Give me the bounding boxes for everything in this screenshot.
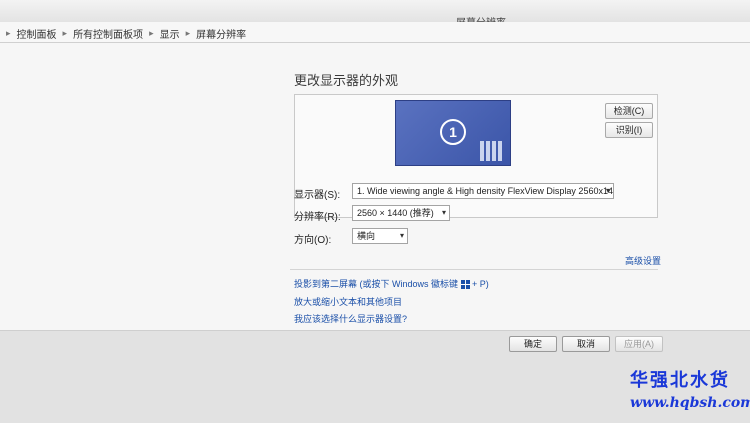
title-bar: 屏幕分辨率 [0, 0, 750, 29]
chevron-down-icon: ▾ [441, 208, 446, 217]
orientation-select-value: 横向 [357, 231, 376, 241]
monitor-thumbnail[interactable]: 1 [395, 100, 511, 166]
watermark-url: www.hqbsh.com [630, 395, 750, 411]
resolution-label: 分辨率(R): [294, 212, 341, 223]
display-select-value: 1. Wide viewing angle & High density Fle… [357, 186, 614, 196]
project-link-text: 投影到第二屏幕 (或按下 Windows 徽标键 [294, 279, 459, 289]
breadcrumb-item-display[interactable]: 显示 [160, 26, 180, 41]
breadcrumb-separator-icon[interactable]: ▸ [63, 28, 68, 39]
ok-button[interactable]: 确定 [509, 336, 557, 352]
breadcrumb: ▸ 控制面板 ▸ 所有控制面板项 ▸ 显示 ▸ 屏幕分辨率 [6, 26, 246, 41]
which-settings-link[interactable]: 我应该选择什么显示器设置? [294, 312, 407, 325]
breadcrumb-separator-icon[interactable]: ▸ [149, 28, 154, 39]
display-label: 显示器(S): [294, 190, 341, 201]
monitor-number-badge: 1 [440, 119, 466, 145]
address-bar: ▸ 控制面板 ▸ 所有控制面板项 ▸ 显示 ▸ 屏幕分辨率 [0, 22, 750, 43]
apply-button[interactable]: 应用(A) [615, 336, 663, 352]
cancel-button[interactable]: 取消 [562, 336, 610, 352]
project-second-screen-link[interactable]: 投影到第二屏幕 (或按下 Windows 徽标键 + P) [294, 277, 489, 290]
orientation-label: 方向(O): [294, 235, 332, 246]
start-tiles-icon [480, 141, 504, 161]
page-heading: 更改显示器的外观 [294, 73, 399, 88]
text-size-link[interactable]: 放大或缩小文本和其他项目 [294, 295, 402, 308]
resolution-select-value: 2560 × 1440 (推荐) [357, 208, 434, 218]
advanced-settings-link[interactable]: 高级设置 [625, 254, 661, 267]
breadcrumb-item-resolution[interactable]: 屏幕分辨率 [196, 26, 246, 41]
divider [290, 269, 658, 270]
orientation-select[interactable]: 横向 ▾ [352, 228, 408, 244]
windows-logo-icon [460, 280, 470, 290]
display-preview: 1 检测(C) 识别(I) [294, 94, 658, 218]
resolution-select[interactable]: 2560 × 1440 (推荐) ▾ [352, 205, 450, 221]
detect-button[interactable]: 检测(C) [605, 103, 653, 119]
breadcrumb-item-all-items[interactable]: 所有控制面板项 [73, 26, 143, 41]
breadcrumb-separator-icon[interactable]: ▸ [186, 28, 191, 39]
chevron-down-icon: ▾ [605, 186, 610, 195]
display-select[interactable]: 1. Wide viewing angle & High density Fle… [352, 183, 614, 199]
breadcrumb-arrow-icon: ▸ [6, 28, 11, 38]
watermark-title: 华强北水货 [630, 370, 730, 391]
breadcrumb-item-control-panel[interactable]: 控制面板 [17, 26, 57, 41]
project-link-suffix: + P) [472, 279, 489, 289]
identify-button[interactable]: 识别(I) [605, 122, 653, 138]
main-content: 更改显示器的外观 1 检测(C) 识别(I) 显示器(S): 1. Wide v… [0, 43, 750, 343]
chevron-down-icon: ▾ [399, 231, 404, 240]
